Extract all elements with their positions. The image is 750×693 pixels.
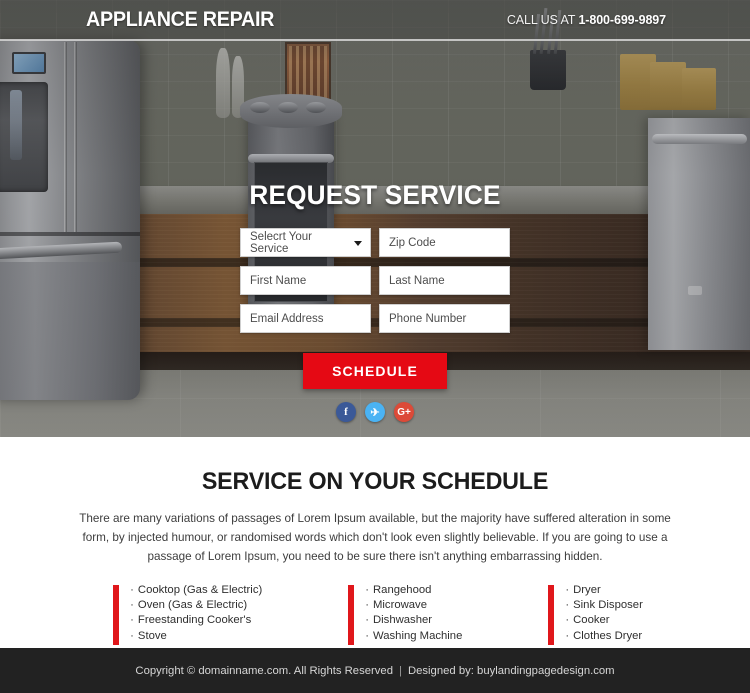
zip-code-placeholder: Zip Code — [389, 236, 436, 249]
first-name-input[interactable]: First Name — [240, 266, 371, 295]
twitter-icon[interactable]: ✈ — [365, 402, 385, 422]
section-paragraph: There are many variations of passages of… — [79, 512, 671, 563]
services-list: Cooktop (Gas & Electric) Oven (Gas & Ele… — [130, 583, 262, 644]
list-item: Clothes Dryer — [565, 629, 642, 644]
list-item: Sink Disposer — [565, 598, 643, 613]
first-name-placeholder: First Name — [250, 274, 307, 287]
services-column: Rangehood Microwave Dishwasher Washing M… — [348, 583, 462, 645]
email-placeholder: Email Address — [250, 312, 324, 325]
list-item: Dishwasher — [365, 613, 462, 628]
service-select-value: Selecrt Your Service — [250, 230, 313, 255]
facebook-icon[interactable]: f — [336, 402, 356, 422]
section-title: SERVICE ON YOUR SCHEDULE — [201, 468, 549, 495]
social-links: f ✈ G+ — [0, 402, 750, 422]
call-us-label: CALL US AT — [506, 13, 579, 27]
designer-credit[interactable]: Designed by: buylandingpagedesign.com — [408, 665, 615, 677]
services-column: Dryer Sink Disposer Cooker Clothes Dryer — [548, 583, 643, 645]
red-accent-bar — [113, 584, 120, 645]
last-name-placeholder: Last Name — [389, 274, 445, 287]
email-input[interactable]: Email Address — [240, 304, 371, 333]
request-service-form: REQUEST SERVICE Selecrt Your Service Zip… — [0, 180, 750, 422]
phone-input[interactable]: Phone Number — [379, 304, 510, 333]
form-fields-grid: Selecrt Your Service Zip Code First Name… — [240, 228, 510, 333]
red-accent-bar — [548, 584, 555, 645]
phone-placeholder: Phone Number — [389, 312, 467, 325]
services-section: SERVICE ON YOUR SCHEDULE There are many … — [0, 437, 750, 648]
list-item: Freestanding Cooker's — [130, 613, 262, 628]
list-item: Cooker — [565, 613, 642, 628]
service-select[interactable]: Selecrt Your Service — [240, 228, 371, 257]
hero-section: APPLIANCE REPAIR CALL US AT 1-800-699-98… — [0, 0, 750, 437]
footer-text: Copyright © domainname.com. All Rights R… — [135, 665, 614, 677]
form-heading: REQUEST SERVICE — [249, 180, 501, 210]
copyright-text: Copyright © domainname.com. All Rights R… — [135, 664, 394, 677]
red-accent-bar — [348, 584, 355, 645]
services-list: Rangehood Microwave Dishwasher Washing M… — [365, 583, 462, 644]
site-logo[interactable]: APPLIANCE REPAIR — [86, 8, 274, 32]
list-item: Stove — [130, 629, 262, 644]
list-item: Washing Machine — [365, 629, 462, 644]
call-us-text: CALL US AT 1-800-699-9897 — [507, 13, 666, 27]
list-item: Cooktop (Gas & Electric) — [130, 583, 262, 598]
last-name-input[interactable]: Last Name — [379, 266, 510, 295]
list-item: Dryer — [565, 583, 642, 598]
services-list: Dryer Sink Disposer Cooker Clothes Dryer — [565, 583, 643, 644]
phone-number[interactable]: 1-800-699-9897 — [578, 13, 666, 27]
site-footer: Copyright © domainname.com. All Rights R… — [0, 648, 750, 693]
chevron-down-icon — [354, 240, 362, 246]
footer-separator: | — [399, 664, 402, 677]
googleplus-icon[interactable]: G+ — [394, 402, 414, 422]
schedule-button[interactable]: SCHEDULE — [303, 353, 447, 389]
zip-code-input[interactable]: Zip Code — [379, 228, 510, 257]
list-item: Microwave — [365, 598, 462, 613]
services-columns: Cooktop (Gas & Electric) Oven (Gas & Ele… — [0, 583, 750, 645]
list-item: Rangehood — [365, 583, 462, 598]
list-item: Oven (Gas & Electric) — [130, 598, 262, 613]
site-header: APPLIANCE REPAIR CALL US AT 1-800-699-98… — [0, 0, 750, 41]
landing-page: APPLIANCE REPAIR CALL US AT 1-800-699-98… — [0, 0, 750, 693]
services-column: Cooktop (Gas & Electric) Oven (Gas & Ele… — [113, 583, 262, 645]
